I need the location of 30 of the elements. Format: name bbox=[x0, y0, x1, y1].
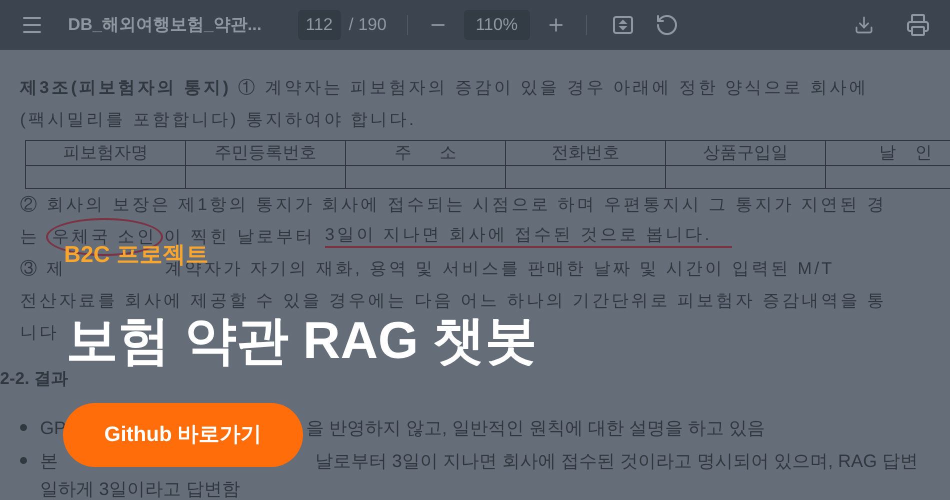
fit-page-icon[interactable] bbox=[610, 13, 635, 37]
table-header: 상품구입일 bbox=[665, 141, 825, 166]
bullet-text: 날로부터 3일이 지나면 회사에 접수된 것이라고 명시되어 있으며, RAG 답변 bbox=[315, 450, 918, 470]
document-text: 제3조(피보험자의 통지) ① 계약자는 피보험자의 증감이 있을 경우 아래에 정한 양식으로 회사에 bbox=[20, 79, 869, 97]
bullet-text: 일하게 3일이라고 답변함 bbox=[40, 479, 240, 499]
page-total: / 190 bbox=[348, 14, 387, 36]
rotate-icon[interactable] bbox=[654, 13, 679, 37]
table-header: 주 소 bbox=[345, 141, 505, 166]
document-text: 전산자료를 회사에 제공할 수 있을 경우에는 다음 어느 하나의 기간단위로 피보험자 증감내역을 통 bbox=[20, 292, 887, 310]
download-icon[interactable] bbox=[854, 15, 874, 35]
document-text: ③ 제 bbox=[20, 260, 66, 278]
underlined-text: 3일이 지나면 회사에 접수된 것으로 봅니다. bbox=[325, 226, 732, 248]
file-name: DB_해외여행보험_약관... bbox=[68, 14, 262, 36]
document-text: ② 회사의 보장은 제1항의 통지가 회사에 접수되는 시점으로 하며 우편통지시 그 통지가 지연된 경 bbox=[20, 196, 886, 214]
github-button[interactable]: Github 바로가기 bbox=[63, 403, 303, 467]
document-text: (팩시밀리를 포함합니다) 통지하여야 합니다. bbox=[20, 111, 416, 129]
document-text: 니다 bbox=[20, 324, 59, 342]
document-text: 는 bbox=[20, 228, 40, 246]
print-icon[interactable] bbox=[906, 13, 930, 37]
section-heading: 2-2. 결과 bbox=[0, 369, 68, 389]
table-header: 피보험자명 bbox=[25, 141, 185, 166]
zoom-level[interactable]: 110% bbox=[464, 10, 530, 40]
table-header: 전화번호 bbox=[505, 141, 665, 166]
table-header: 날 인 bbox=[825, 141, 950, 166]
banner-title: 보험 약관 RAG 챗봇 bbox=[66, 314, 537, 368]
page-input[interactable]: 112 bbox=[298, 10, 341, 40]
table-header: 주민등록번호 bbox=[185, 141, 345, 166]
document-text: 이 찍힌 날로부터 bbox=[164, 228, 315, 246]
bullet-text: 본 bbox=[40, 450, 58, 470]
bullet-text: 을 반영하지 않고, 일반적인 원칙에 대한 설명을 하고 있음 bbox=[306, 418, 766, 438]
